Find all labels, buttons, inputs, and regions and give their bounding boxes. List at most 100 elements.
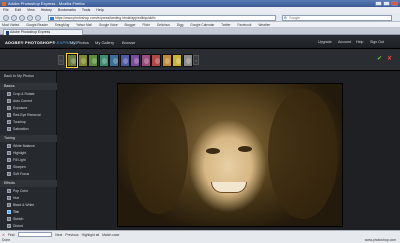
tool-black-white[interactable]: Black & White [7,202,34,208]
close-window-button[interactable] [391,1,398,6]
stop-icon[interactable] [27,14,33,21]
tool-saturation[interactable]: Saturation [7,126,28,132]
forward-arrow-icon[interactable] [11,14,17,21]
variation-thumbnail[interactable] [140,54,151,67]
search-placeholder: Google [289,15,300,20]
tool-label: Highlight [13,151,27,155]
variation-thumbnail[interactable] [119,54,130,67]
hue-icon [7,196,11,200]
brush-icon [7,120,11,124]
variation-thumbnail[interactable] [88,54,98,67]
tool-auto-correct[interactable]: Auto Correct [7,98,32,104]
tool-exposure[interactable]: Exposure [7,105,27,111]
match-case-checkbox[interactable]: Match case [102,233,119,237]
tab-label: Adobe Photoshop Express [10,30,51,34]
bookmark-item[interactable]: Yahoo Mail [76,23,92,27]
home-icon[interactable] [35,14,41,21]
bookmark-item[interactable]: Google Voice [99,23,118,27]
tool-sketch[interactable]: Sketch [7,216,23,222]
variation-thumbnail[interactable] [66,53,78,68]
bookmark-item[interactable]: Google Reader [26,23,48,27]
link-help[interactable]: Help [356,40,363,44]
link-sign-out[interactable]: Sign Out [370,40,384,44]
cancel-x-icon[interactable]: ✘ [387,55,393,63]
find-bar: ✕ Find: Next Previous Highlight all Matc… [2,232,119,237]
bookmark-item[interactable]: Facebook [237,23,251,27]
nav-my-photos[interactable]: My Photos [70,40,89,45]
app-header: ADOBE® PHOTOSHOP® EXPRESS My Photos My G… [0,35,400,49]
highlight-icon [7,151,11,155]
section-header-tuning[interactable]: Tuning [0,135,57,142]
tool-tint[interactable]: Tint [7,209,19,215]
photo-hair-left [128,94,188,214]
bookmark-item[interactable]: Delicious [157,23,170,27]
apply-checkmark-icon[interactable]: ✔ [377,55,383,63]
reload-icon[interactable] [19,14,25,21]
variation-thumbnail[interactable] [130,54,140,67]
variation-thumbnail[interactable] [182,54,193,67]
find-input[interactable] [18,232,53,237]
exposure-icon [7,106,11,110]
tool-hue[interactable]: Hue [7,195,19,201]
tool-white-balance[interactable]: White Balance [7,143,35,149]
wand-icon [7,99,11,103]
section-header-basics[interactable]: Basics [0,83,57,90]
tool-fill-light[interactable]: Fill Light [7,157,26,163]
find-next-button[interactable]: Next [55,233,62,237]
bookmark-item[interactable]: Most Visited [2,23,19,27]
tool-highlight[interactable]: Highlight [7,150,26,156]
nav-browse[interactable]: Browse [122,40,135,45]
window-title-bar: Adobe Photoshop Express - Mozilla Firefo… [0,0,400,7]
close-find-icon[interactable]: ✕ [2,233,5,237]
eye-icon [7,113,11,117]
focus-icon [7,172,11,176]
bookmark-item[interactable]: Blogger [125,23,136,27]
tool-pop-color[interactable]: Pop Color [7,188,28,194]
edited-photo [117,83,343,227]
bookmark-item[interactable]: Google Calendar [190,23,214,27]
variation-thumbnail[interactable] [98,54,109,67]
variation-thumbnail[interactable] [161,54,172,67]
tool-crop-rotate[interactable]: Crop & Rotate [7,91,35,97]
edit-tools-sidebar: Back to My Photos Basics Crop & Rotate Aut… [0,71,57,230]
bookmark-item[interactable]: SmugMug [55,23,70,27]
maximize-button[interactable] [383,1,390,6]
tool-sharpen[interactable]: Sharpen [7,164,26,170]
search-input[interactable]: G Google [282,14,392,21]
tool-label: Sketch [13,217,24,221]
bookmark-item[interactable]: Weather [258,23,270,27]
tool-label: Sharpen [13,165,26,169]
variation-thumbnail[interactable] [77,54,88,67]
bookmark-item[interactable]: Twitter [221,23,230,27]
tool-red-eye-removal[interactable]: Red-Eye Removal [7,112,41,118]
filmstrip-prev-button[interactable]: ‹ [58,55,64,65]
nav-my-gallery[interactable]: My Gallery [95,40,114,45]
bookmark-item[interactable]: Digg [177,23,184,27]
section-header-effects[interactable]: Effects [0,180,57,187]
tool-label: Touchup [13,120,26,124]
tool-soft-focus[interactable]: Soft Focus [7,171,29,177]
tool-label: Distort [13,224,23,228]
address-bar[interactable]: https://www.photoshop.com/express/landin… [48,14,276,21]
bw-icon [7,203,11,207]
highlight-all-button[interactable]: Highlight all [82,233,100,237]
back-label: Back to My Photos [4,74,34,78]
back-to-my-photos-link[interactable]: Back to My Photos [0,73,57,80]
variation-thumbnail[interactable] [172,54,182,67]
bookmark-item[interactable]: Flickr [142,23,150,27]
back-arrow-icon[interactable] [3,14,9,21]
photo-hair-right [268,89,338,219]
tool-distort[interactable]: Distort [7,223,23,229]
tool-touchup[interactable]: Touchup [7,119,26,125]
google-icon: G [284,16,287,20]
variation-thumbnail[interactable] [109,54,119,67]
filmstrip-next-button[interactable]: › [193,55,199,65]
find-previous-button[interactable]: Previous [65,233,78,237]
link-account[interactable]: Account [338,40,351,44]
minimize-button[interactable] [375,1,382,6]
window-title: Adobe Photoshop Express - Mozilla Firefo… [8,1,85,6]
link-upgrade[interactable]: Upgrade [318,40,332,44]
variation-thumbnail[interactable] [151,54,161,67]
window-controls [375,1,398,6]
photo-stage [57,71,400,230]
